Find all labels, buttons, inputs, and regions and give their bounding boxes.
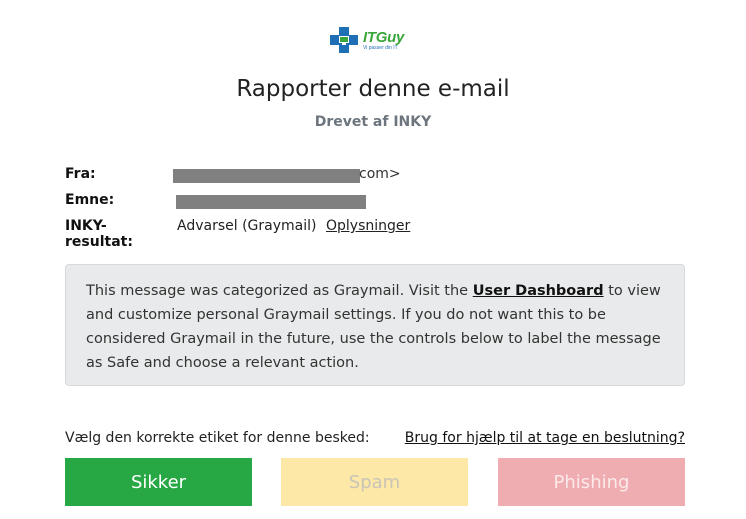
- subject-label: Emne:: [65, 192, 115, 208]
- details-link[interactable]: Oplysninger: [326, 218, 410, 234]
- page-subtitle: Drevet af INKY: [314, 114, 432, 130]
- logo-name: ITGuy: [363, 28, 405, 46]
- phishing-button[interactable]: Phishing: [498, 458, 685, 506]
- from-suffix: com>: [359, 166, 401, 182]
- from-label: Fra:: [65, 166, 96, 182]
- medical-cross-icon: [329, 26, 359, 54]
- redacted-subject: [176, 195, 366, 209]
- logo-tagline: Vi passer din IT: [363, 44, 398, 51]
- label-prompt: Vælg den korrekte etiket for denne beske…: [65, 430, 370, 446]
- safe-button[interactable]: Sikker: [65, 458, 252, 506]
- redacted-sender: [173, 169, 360, 183]
- result-value: Advarsel (Graymail): [177, 218, 317, 234]
- spam-button[interactable]: Spam: [281, 458, 468, 506]
- notice-text-before: This message was categorized as Graymail…: [86, 283, 473, 299]
- user-dashboard-link[interactable]: User Dashboard: [473, 283, 604, 299]
- logo-wordmark: ITGuy Vi passer din IT: [363, 30, 404, 51]
- graymail-notice: This message was categorized as Graymail…: [65, 264, 685, 386]
- result-label: INKY-resultat:: [65, 218, 133, 250]
- itguy-logo: ITGuy Vi passer din IT: [329, 25, 423, 55]
- help-link[interactable]: Brug for hjælp til at tage en beslutning…: [405, 430, 685, 446]
- page-title: Rapporter denne e-mail: [236, 76, 510, 102]
